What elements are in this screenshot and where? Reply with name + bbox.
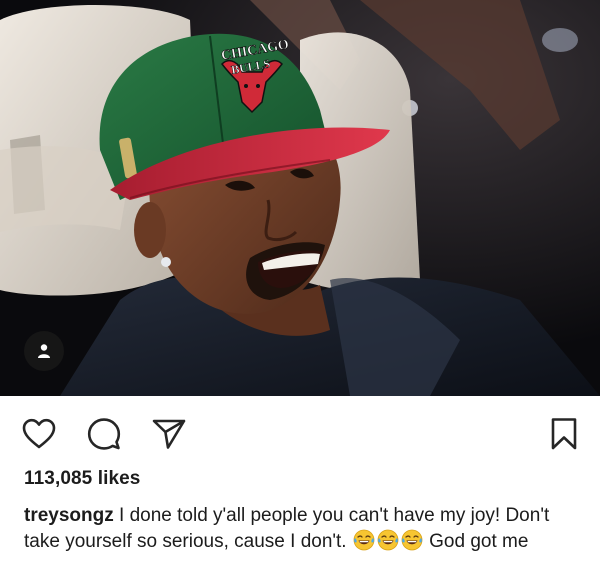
heart-outline-icon — [22, 418, 56, 449]
person-tag-icon — [38, 344, 50, 358]
share-button[interactable] — [151, 416, 187, 452]
bookmark-icon — [551, 418, 577, 450]
speech-bubble-icon — [87, 418, 121, 450]
caption-emojis — [352, 529, 429, 552]
save-button[interactable] — [546, 416, 582, 452]
face-with-tears-of-joy-icon — [353, 529, 375, 551]
caption-username[interactable]: treysongz — [24, 505, 114, 526]
face-with-tears-of-joy-icon — [401, 529, 423, 551]
post-action-bar — [0, 396, 600, 466]
paper-plane-icon — [152, 419, 186, 449]
comment-button[interactable] — [86, 416, 122, 452]
caption-text-end: God got me — [429, 531, 529, 552]
like-button[interactable] — [21, 416, 57, 452]
post-photo[interactable]: CHICAGO BULLS — [0, 0, 600, 396]
post-caption: treysongz I done told y'all people you c… — [24, 503, 584, 555]
post-photo-image: CHICAGO BULLS — [0, 0, 600, 396]
likes-count[interactable]: 113,085 likes — [24, 468, 140, 490]
tag-people-button[interactable] — [24, 331, 64, 371]
face-with-tears-of-joy-icon — [377, 529, 399, 551]
